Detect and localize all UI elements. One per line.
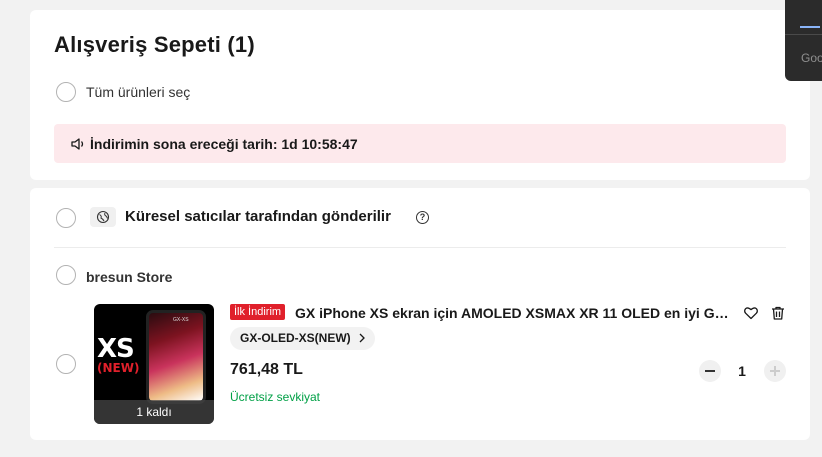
discount-deadline-banner: İndirimin sona ereceği tarih: 1d 10:58:4… [54, 124, 786, 163]
globe-icon [96, 210, 110, 224]
image-overlay-xs: XS [97, 334, 135, 364]
global-seller-icon [90, 207, 116, 227]
global-seller-label: Küresel satıcılar tarafından gönderilir [125, 208, 391, 225]
product-price: 761,48 TL [230, 361, 303, 378]
select-all-label[interactable]: Tüm ürünleri seç [86, 84, 190, 100]
discount-tag: İlk İndirim [230, 304, 286, 320]
item-select-radio[interactable] [56, 354, 76, 374]
heart-icon[interactable] [743, 305, 759, 321]
quantity-decrease-button[interactable] [699, 360, 721, 382]
store-name[interactable]: bresun Store [86, 269, 172, 285]
quantity-value[interactable]: 1 [727, 363, 757, 379]
speaker-icon [71, 138, 84, 150]
global-seller-radio[interactable] [56, 208, 76, 228]
popup-accent-line [800, 26, 820, 28]
stock-remaining-label: 1 kaldı [94, 400, 214, 424]
seller-card: Küresel satıcılar tarafından gönderilir … [30, 188, 810, 440]
phone-graphic: GX-XS [146, 310, 206, 404]
banner-text: İndirimin sona ereceği tarih: 1d 10:58:4… [90, 136, 358, 152]
browser-popup: Goo [785, 0, 822, 81]
popup-text: Goo [801, 51, 822, 65]
quantity-increase-button[interactable] [764, 360, 786, 382]
sku-selector[interactable]: GX-OLED-XS(NEW) [230, 327, 375, 350]
select-all-radio[interactable] [56, 82, 76, 102]
shipping-info: Ücretsiz sevkiyat [230, 390, 321, 404]
sku-label: GX-OLED-XS(NEW) [240, 331, 351, 345]
chevron-right-icon [359, 333, 365, 343]
popup-divider [785, 34, 822, 35]
trash-icon[interactable] [770, 305, 786, 321]
phone-brand-label: GX-XS [173, 317, 189, 323]
help-icon[interactable]: ? [416, 211, 429, 224]
store-select-radio[interactable] [56, 265, 76, 285]
product-title[interactable]: GX iPhone XS ekran için AMOLED XSMAX XR … [295, 305, 731, 321]
cart-header-card: Alışveriş Sepeti (1) Tüm ürünleri seç İn… [30, 10, 810, 180]
image-overlay-new: (NEW) [97, 361, 140, 375]
page-title: Alışveriş Sepeti (1) [54, 32, 255, 57]
product-image[interactable]: XS (NEW) GX-XS 1 kaldı [94, 304, 214, 424]
divider [54, 247, 786, 248]
